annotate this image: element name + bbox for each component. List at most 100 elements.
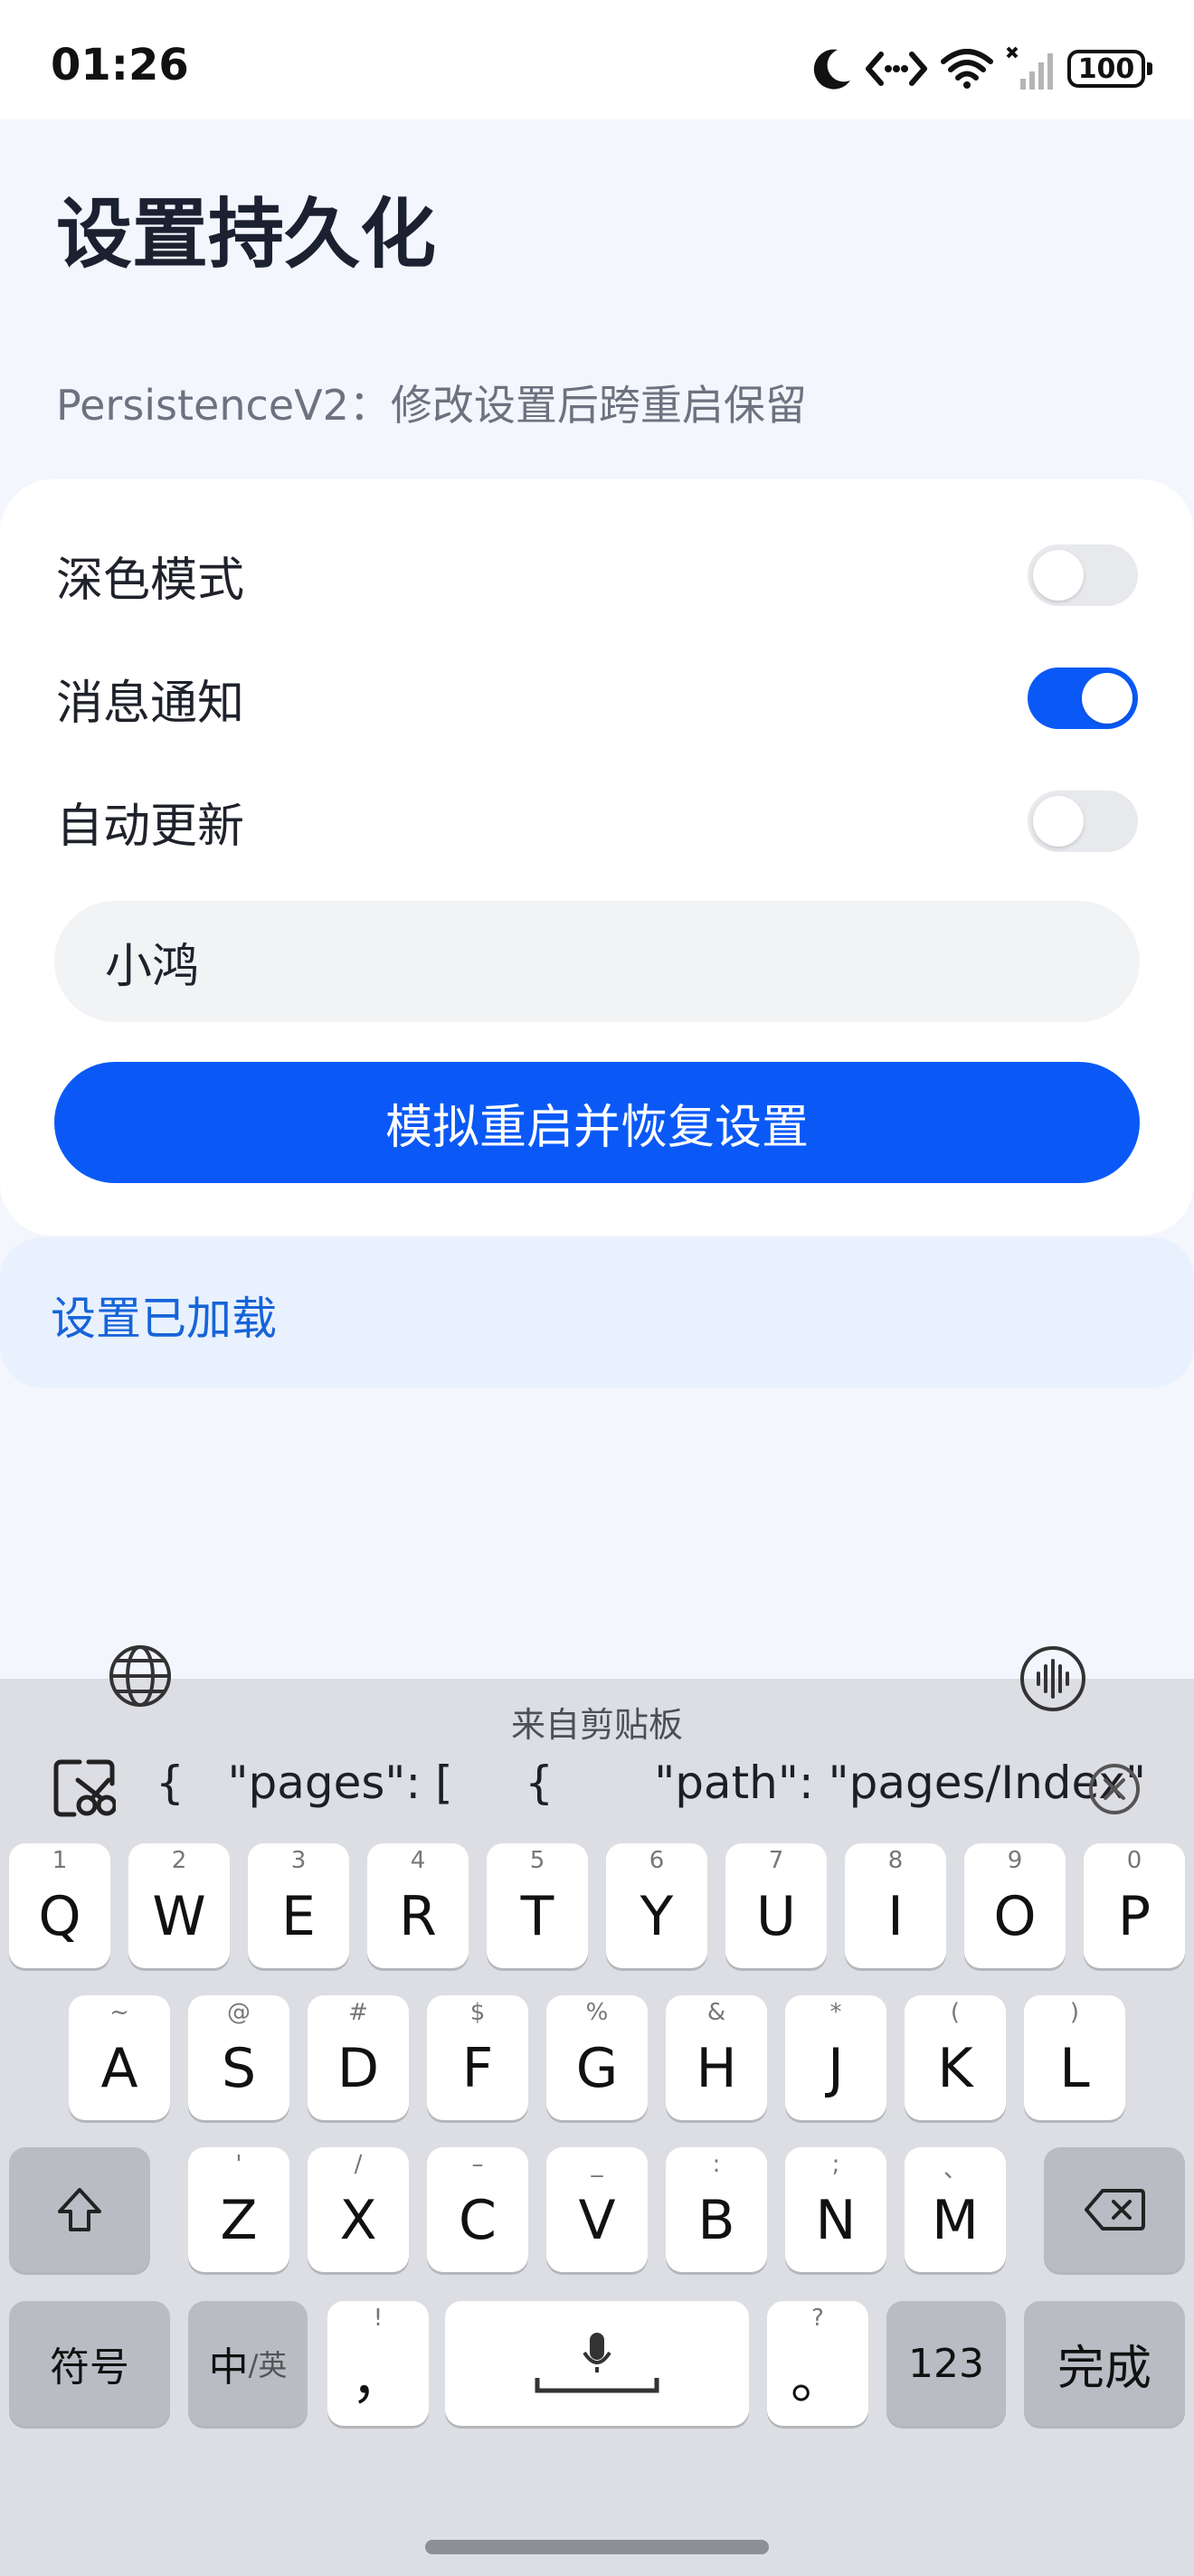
key-p[interactable]: 0P bbox=[1084, 1843, 1185, 1968]
key-label: M bbox=[932, 2189, 979, 2252]
key-label: J bbox=[828, 2037, 844, 2100]
key-hint: 9 bbox=[1007, 1847, 1023, 1874]
key-hint: 7 bbox=[768, 1847, 784, 1874]
globe-icon[interactable] bbox=[107, 1643, 174, 1709]
lang-main-label: 中 bbox=[208, 2344, 249, 2391]
key-label: P bbox=[1117, 1885, 1151, 1948]
key-j[interactable]: * J bbox=[785, 1995, 886, 2120]
key-hint: _ bbox=[591, 2151, 603, 2178]
key-label: Y bbox=[640, 1885, 674, 1948]
key-hint: ) bbox=[1069, 1999, 1080, 2026]
key-k[interactable]: (K bbox=[905, 1995, 1006, 2120]
key-hint: ~ bbox=[109, 1999, 129, 2026]
voice-input-icon[interactable] bbox=[1017, 1643, 1089, 1715]
clipboard-title: 来自剪贴板 bbox=[510, 1705, 683, 1745]
key-s[interactable]: @ S bbox=[188, 1995, 289, 2120]
key-label: R bbox=[399, 1885, 437, 1948]
done-key[interactable]: 完成 bbox=[1024, 2301, 1185, 2426]
key-label: I bbox=[887, 1885, 904, 1948]
clipboard-preview[interactable]: { "pages": [ { "path": "pages/Index" bbox=[156, 1757, 1146, 1809]
key-label: L bbox=[1059, 2037, 1090, 2100]
key-z[interactable]: ' Z bbox=[188, 2147, 289, 2272]
key-d[interactable]: # D bbox=[308, 1995, 409, 2120]
numbers-key[interactable]: 123 bbox=[886, 2301, 1006, 2426]
home-indicator[interactable] bbox=[425, 2540, 769, 2554]
key-o[interactable]: 9O bbox=[964, 1843, 1066, 1968]
key-a[interactable]: ~ A bbox=[69, 1995, 170, 2120]
key-l[interactable]: ) L bbox=[1024, 1995, 1125, 2120]
key-label: X bbox=[339, 2189, 377, 2252]
key-label: A bbox=[100, 2037, 138, 2100]
key-hint: & bbox=[706, 1999, 726, 2026]
period-key[interactable]: ? 。 bbox=[767, 2301, 868, 2426]
key-hint: * bbox=[829, 1999, 842, 2026]
key-r[interactable]: 4R bbox=[367, 1843, 469, 1968]
restart-restore-button[interactable]: 模拟重启并恢复设置 bbox=[54, 1062, 1140, 1183]
key-x[interactable]: / X bbox=[308, 2147, 409, 2272]
key-i[interactable]: 8I bbox=[845, 1843, 946, 1968]
clipboard-scissors-icon[interactable] bbox=[52, 1758, 116, 1818]
status-panel: 设置已加载 bbox=[0, 1237, 1194, 1387]
page-subtitle: PersistenceV2：修改设置后跨重启保留 bbox=[56, 381, 807, 430]
key-hint: 0 bbox=[1126, 1847, 1142, 1874]
moon-icon bbox=[813, 49, 850, 90]
key-c[interactable]: – C bbox=[427, 2147, 528, 2272]
key-u[interactable]: 7U bbox=[725, 1843, 827, 1968]
key-hint: # bbox=[348, 1999, 368, 2026]
key-e[interactable]: 3E bbox=[248, 1843, 349, 1968]
key-label: H bbox=[696, 2037, 737, 2100]
key-label: N bbox=[815, 2189, 857, 2252]
setting-row-dark-mode: 深色模式 bbox=[56, 539, 1138, 611]
key-hint: @ bbox=[227, 1999, 251, 2026]
clipboard-close-icon[interactable] bbox=[1087, 1762, 1142, 1816]
key-hint: 4 bbox=[410, 1847, 426, 1874]
key-label: C bbox=[459, 2189, 497, 2252]
key-h[interactable]: & H bbox=[666, 1995, 767, 2120]
shift-icon bbox=[58, 2188, 101, 2231]
setting-label: 自动更新 bbox=[56, 799, 245, 854]
key-g[interactable]: % G bbox=[546, 1995, 648, 2120]
symbols-key[interactable]: 符号 bbox=[9, 2301, 170, 2426]
key-label: F bbox=[461, 2037, 494, 2100]
key-hint: 3 bbox=[290, 1847, 307, 1874]
key-label: D bbox=[336, 2037, 380, 2100]
key-f[interactable]: $ F bbox=[427, 1995, 528, 2120]
language-toggle-key[interactable]: 中/英 bbox=[188, 2301, 308, 2426]
period-label: 。 bbox=[791, 2347, 845, 2411]
key-q[interactable]: 1Q bbox=[9, 1843, 110, 1968]
key-hint: 8 bbox=[887, 1847, 904, 1874]
status-icons: 100 bbox=[810, 42, 1152, 96]
key-t[interactable]: 5T bbox=[487, 1843, 588, 1968]
shift-key[interactable] bbox=[9, 2147, 150, 2272]
key-hint: ; bbox=[831, 2151, 840, 2178]
key-y[interactable]: 6Y bbox=[606, 1843, 707, 1968]
key-label: U bbox=[756, 1885, 796, 1948]
period-hint: ? bbox=[811, 2305, 824, 2332]
key-hint: 1 bbox=[52, 1847, 68, 1874]
status-text: 设置已加载 bbox=[51, 1293, 277, 1345]
notifications-toggle[interactable] bbox=[1028, 668, 1138, 729]
key-b[interactable]: :B bbox=[666, 2147, 767, 2272]
comma-key[interactable]: ! ， bbox=[327, 2301, 429, 2426]
dark-mode-toggle[interactable] bbox=[1028, 545, 1138, 606]
key-label: E bbox=[281, 1885, 316, 1948]
comma-label: ， bbox=[351, 2347, 405, 2411]
battery-level: 100 bbox=[1077, 52, 1135, 85]
soft-keyboard: 来自剪贴板 { "pages": [ { "path": "pages/Inde… bbox=[0, 1679, 1194, 2576]
space-key[interactable] bbox=[445, 2301, 749, 2426]
key-v[interactable]: _ V bbox=[546, 2147, 648, 2272]
numbers-key-label: 123 bbox=[908, 2340, 984, 2387]
symbols-key-label: 符号 bbox=[50, 2344, 129, 2391]
comma-hint: ! bbox=[373, 2305, 384, 2332]
backspace-key[interactable] bbox=[1044, 2147, 1185, 2272]
nickname-input[interactable] bbox=[54, 901, 1140, 1022]
key-hint: 6 bbox=[649, 1847, 665, 1874]
key-w[interactable]: 2W bbox=[128, 1843, 230, 1968]
key-hint: % bbox=[585, 1999, 609, 2026]
key-label: W bbox=[152, 1885, 206, 1948]
auto-update-toggle[interactable] bbox=[1028, 791, 1138, 852]
key-hint: ( bbox=[950, 1999, 961, 2026]
key-n[interactable]: ; N bbox=[785, 2147, 886, 2272]
status-time: 01:26 bbox=[51, 40, 189, 90]
key-m[interactable]: 、 M bbox=[905, 2147, 1006, 2272]
